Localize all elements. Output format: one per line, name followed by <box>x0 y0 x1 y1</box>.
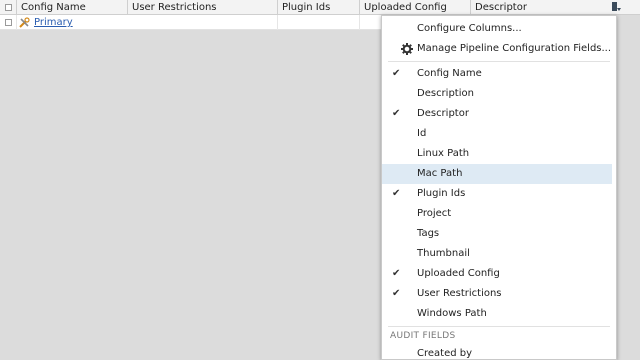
menu-item-id[interactable]: Id <box>382 124 612 144</box>
column-header-config-name[interactable]: Config Name <box>17 0 128 15</box>
check-icon: ✔ <box>392 108 401 119</box>
cell-user-restrictions <box>128 15 278 30</box>
cell-uploaded-config <box>360 15 381 30</box>
cell-plugin-ids <box>278 15 360 30</box>
menu-item-label: Plugin Ids <box>417 188 466 199</box>
menu-item-mac-path[interactable]: Mac Path <box>382 164 612 184</box>
menu-item-label: Mac Path <box>417 168 463 179</box>
check-icon: ✔ <box>392 288 401 299</box>
column-header-label: Uploaded Config <box>364 2 447 13</box>
row-select-cell[interactable] <box>0 15 17 30</box>
config-name-link[interactable]: Primary <box>34 16 73 29</box>
gear-icon <box>401 43 413 55</box>
column-header-label: Config Name <box>21 2 86 13</box>
menu-item-label: Tags <box>417 228 440 239</box>
menu-item-label: User Restrictions <box>417 288 502 299</box>
menu-item-label: Thumbnail <box>417 248 470 259</box>
menu-divider <box>388 61 610 62</box>
menu-item-tags[interactable]: Tags <box>382 224 612 244</box>
menu-item-windows-path[interactable]: Windows Path <box>382 304 612 324</box>
menu-item-label: Windows Path <box>417 308 487 319</box>
menu-item-project[interactable]: Project <box>382 204 612 224</box>
column-header-label: Descriptor <box>475 2 527 13</box>
configure-columns-menu-item[interactable]: Configure Columns... <box>382 19 612 39</box>
column-header-user-restrictions[interactable]: User Restrictions <box>128 0 278 15</box>
column-header-label: Plugin Ids <box>282 2 331 13</box>
menu-item-user-restrictions[interactable]: ✔ User Restrictions <box>382 284 612 304</box>
row-checkbox-icon[interactable] <box>5 19 12 26</box>
check-icon: ✔ <box>392 68 401 79</box>
menu-item-label: Description <box>417 88 474 99</box>
menu-item-label: Linux Path <box>417 148 470 159</box>
column-header-plugin-ids[interactable]: Plugin Ids <box>278 0 360 15</box>
menu-item-thumbnail[interactable]: Thumbnail <box>382 244 612 264</box>
table-header: Config Name User Restrictions Plugin Ids… <box>0 0 640 15</box>
column-menu-icon[interactable] <box>609 0 623 15</box>
menu-item-created-by[interactable]: Created by <box>382 344 612 359</box>
column-header-label: User Restrictions <box>132 2 217 13</box>
column-menu: Configure Columns... Manage Pipeline Con… <box>381 15 617 360</box>
check-icon: ✔ <box>392 268 401 279</box>
menu-item-label: Project <box>417 208 452 219</box>
menu-item-label: Config Name <box>417 68 482 79</box>
select-all-checkbox-icon[interactable] <box>5 4 12 11</box>
menu-item-description[interactable]: Description <box>382 84 612 104</box>
tools-icon <box>19 17 30 28</box>
menu-item-label: Descriptor <box>417 108 469 119</box>
menu-item-plugin-ids[interactable]: ✔ Plugin Ids <box>382 184 612 204</box>
menu-item-uploaded-config[interactable]: ✔ Uploaded Config <box>382 264 612 284</box>
manage-fields-menu-item[interactable]: Manage Pipeline Configuration Fields... <box>382 39 612 59</box>
menu-item-config-name[interactable]: ✔ Config Name <box>382 64 612 84</box>
menu-item-descriptor[interactable]: ✔ Descriptor <box>382 104 612 124</box>
column-header-uploaded-config[interactable]: Uploaded Config <box>360 0 471 15</box>
table-row[interactable]: Primary <box>0 15 381 30</box>
menu-item-label: Uploaded Config <box>417 268 500 279</box>
menu-item-linux-path[interactable]: Linux Path <box>382 144 612 164</box>
audit-fields-section-label: AUDIT FIELDS <box>390 331 456 341</box>
menu-divider <box>388 326 610 327</box>
check-icon: ✔ <box>392 188 401 199</box>
header-select-cell[interactable] <box>0 0 17 15</box>
column-header-descriptor[interactable]: Descriptor <box>471 0 605 15</box>
menu-item-label: Id <box>417 128 427 139</box>
